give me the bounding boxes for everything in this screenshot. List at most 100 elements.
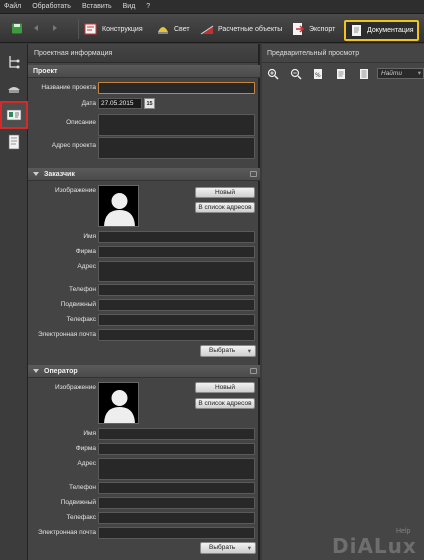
menu-insert[interactable]: Вставить [82, 3, 112, 10]
menu-view[interactable]: Вид [123, 3, 136, 10]
tab-documentation[interactable]: Документация [344, 20, 419, 41]
id-card-icon [6, 109, 22, 121]
operator-select-button[interactable]: Выбрать ▾ [200, 542, 256, 554]
section-project-title: Проект [33, 67, 58, 75]
documentation-icon [352, 25, 361, 36]
description-label: Описание [66, 119, 96, 126]
customer-company-field[interactable] [98, 246, 255, 258]
operator-photo[interactable] [98, 382, 139, 424]
svg-text:%: % [315, 72, 321, 79]
operator-email-label: Электронная почта [37, 529, 96, 536]
export-icon [293, 23, 305, 35]
operator-name-field[interactable] [98, 428, 255, 440]
operator-address-field[interactable] [98, 458, 255, 480]
tab-calc-objects[interactable]: Расчетные объекты [200, 20, 282, 38]
customer-address-field[interactable] [98, 261, 255, 282]
toolbar-separator [78, 19, 79, 39]
operator-add-to-addresses-button[interactable]: В список адресов [195, 398, 255, 409]
watermark-logo: DiALux [332, 534, 417, 558]
preview-toolbar: % Найти ▾ [262, 66, 424, 82]
pin-icon[interactable] [250, 368, 257, 374]
zoom-in-icon[interactable] [267, 68, 279, 80]
section-operator-header[interactable]: Оператор [28, 365, 260, 378]
luminaire-icon [8, 87, 20, 93]
panel-title: Проектная информация [28, 44, 258, 63]
tab-light[interactable]: Свет [156, 20, 190, 38]
document-icon [8, 134, 20, 150]
operator-fax-field[interactable] [98, 512, 255, 524]
date-label: Дата [81, 100, 96, 107]
customer-phone-label: Телефон [69, 286, 96, 293]
customer-phone-field[interactable] [98, 284, 255, 296]
page-list-icon[interactable] [358, 68, 370, 80]
project-name-label: Название проекта [41, 84, 96, 91]
customer-address-label: Адрес [77, 263, 96, 270]
customer-mobile-field[interactable] [98, 299, 255, 311]
zoom-out-icon[interactable] [290, 68, 302, 80]
tab-export[interactable]: Экспорт [291, 20, 335, 38]
person-silhouette-icon [104, 193, 135, 226]
menu-bar: Файл Обработать Вставить Вид ? [0, 0, 424, 14]
project-address-label: Адрес проекта [51, 142, 96, 149]
project-info-button[interactable] [0, 101, 28, 129]
operator-select-label: Выбрать [209, 544, 236, 551]
tab-export-label: Экспорт [309, 25, 336, 33]
dropdown-icon: ▾ [247, 545, 251, 552]
luminaire-view-button[interactable] [2, 77, 26, 101]
project-address-field[interactable] [98, 137, 255, 159]
customer-select-button[interactable]: Выбрать ▾ [200, 345, 256, 357]
construction-icon [84, 23, 97, 35]
undo-icon[interactable] [31, 23, 43, 34]
operator-phone-label: Телефон [69, 484, 96, 491]
description-field[interactable] [98, 114, 255, 136]
calendar-button[interactable]: 15 [144, 98, 155, 109]
vertical-toolbar [0, 44, 28, 560]
tab-light-label: Свет [174, 25, 190, 33]
date-field[interactable]: 27.05.2015 [98, 98, 142, 109]
customer-company-label: Фирма [75, 248, 96, 255]
tab-construction[interactable]: Конструкция [84, 20, 143, 38]
menu-file[interactable]: Файл [4, 3, 21, 10]
operator-image-label: Изображение [55, 384, 96, 391]
customer-name-field[interactable] [98, 231, 255, 243]
customer-fax-field[interactable] [98, 314, 255, 326]
tree-view-button[interactable] [2, 50, 26, 74]
menu-edit[interactable]: Обработать [32, 3, 71, 10]
collapse-icon [33, 369, 39, 373]
save-icon[interactable] [11, 23, 23, 34]
menu-help[interactable]: ? [146, 3, 150, 10]
tab-documentation-label: Документация [367, 27, 414, 34]
pin-icon[interactable] [250, 171, 257, 177]
search-input[interactable]: Найти ▾ [377, 68, 424, 79]
dropdown-icon: ▾ [417, 70, 421, 77]
customer-photo[interactable] [98, 185, 139, 227]
calc-objects-icon [200, 25, 214, 35]
operator-email-field[interactable] [98, 527, 255, 539]
customer-name-label: Имя [83, 233, 96, 240]
section-customer-header[interactable]: Заказчик [28, 168, 260, 181]
project-name-field[interactable] [98, 82, 255, 94]
operator-phone-field[interactable] [98, 482, 255, 494]
customer-select-label: Выбрать [209, 347, 236, 354]
customer-new-button[interactable]: Новый [195, 187, 255, 198]
customer-add-to-addresses-button[interactable]: В список адресов [195, 202, 255, 213]
document-view-button[interactable] [2, 130, 26, 154]
redo-icon[interactable] [48, 23, 60, 34]
section-project-header: Проект [28, 65, 260, 78]
section-customer-title: Заказчик [44, 170, 75, 178]
collapse-icon [33, 172, 39, 176]
light-icon [158, 27, 168, 34]
project-info-panel: Проектная информация Проект Название про… [28, 44, 260, 560]
operator-mobile-field[interactable] [98, 497, 255, 509]
customer-fax-label: Телефакс [66, 316, 96, 323]
customer-mobile-label: Подвижный [60, 301, 96, 308]
operator-new-button[interactable]: Новый [195, 382, 255, 393]
page-view-icon[interactable] [335, 68, 347, 80]
customer-email-field[interactable] [98, 329, 255, 341]
operator-company-field[interactable] [98, 443, 255, 455]
preview-title: Предварительный просмотр [262, 44, 424, 63]
tab-calc-objects-label: Расчетные объекты [218, 25, 283, 33]
preview-panel: Предварительный просмотр % Найти ▾ [262, 44, 424, 560]
zoom-percent-icon[interactable]: % [312, 68, 324, 80]
customer-image-label: Изображение [55, 187, 96, 194]
